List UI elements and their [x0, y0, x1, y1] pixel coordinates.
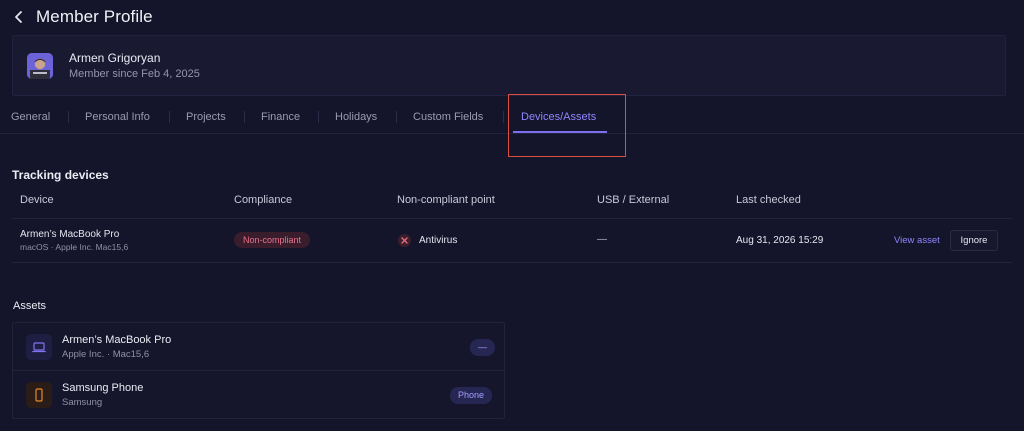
- member-profile-page: Member Profile Armen Grigoryan Member si…: [0, 0, 1024, 431]
- view-asset-link[interactable]: View asset: [894, 235, 940, 246]
- device-details: macOS · Apple Inc. Mac15,6: [20, 242, 129, 252]
- member-since: Member since Feb 4, 2025: [69, 68, 200, 80]
- assets-list: Armen’s MacBook Pro Apple Inc. · Mac15,6…: [12, 322, 505, 419]
- non-compliant-point: Antivirus: [419, 235, 458, 246]
- avatar: [27, 53, 53, 79]
- profile-tabs: General Personal Info Projects Finance H…: [0, 100, 1024, 134]
- tab-separator: [396, 111, 397, 123]
- tab-general[interactable]: General: [11, 111, 50, 123]
- tracking-devices-title: Tracking devices: [12, 168, 109, 182]
- tab-holidays[interactable]: Holidays: [335, 111, 377, 123]
- active-tab-indicator: [513, 131, 607, 133]
- member-name: Armen Grigoryan: [69, 51, 161, 65]
- tab-separator: [169, 111, 170, 123]
- usb-external-value: —: [597, 234, 607, 245]
- column-header-non-compliant-point: Non-compliant point: [397, 194, 495, 206]
- asset-type-badge: —: [470, 339, 495, 356]
- close-circle-icon: [398, 234, 411, 247]
- device-name: Armen’s MacBook Pro: [20, 229, 120, 240]
- assets-title: Assets: [13, 300, 47, 312]
- asset-details: Apple Inc. · Mac15,6: [62, 349, 150, 360]
- asset-details: Samsung: [62, 397, 103, 408]
- tab-separator: [244, 111, 245, 123]
- tab-projects[interactable]: Projects: [186, 111, 226, 123]
- asset-type-badge: Phone: [450, 387, 493, 404]
- tab-finance[interactable]: Finance: [261, 111, 300, 123]
- list-item[interactable]: Samsung Phone Samsung Phone: [13, 371, 504, 419]
- tab-custom-fields[interactable]: Custom Fields: [413, 111, 483, 123]
- column-header-compliance: Compliance: [234, 194, 293, 206]
- laptop-icon: [26, 334, 52, 360]
- last-checked-value: Aug 31, 2026 15:29: [736, 235, 824, 246]
- table-row: Armen’s MacBook Pro macOS · Apple Inc. M…: [12, 219, 1012, 263]
- column-header-last-checked: Last checked: [736, 194, 801, 206]
- tab-separator: [503, 111, 504, 123]
- tab-personal-info[interactable]: Personal Info: [85, 111, 150, 123]
- column-header-usb-external: USB / External: [597, 194, 670, 206]
- tab-separator: [68, 111, 69, 123]
- phone-icon: [26, 382, 52, 408]
- list-item[interactable]: Armen’s MacBook Pro Apple Inc. · Mac15,6…: [13, 323, 504, 371]
- asset-name: Armen’s MacBook Pro: [62, 334, 172, 346]
- profile-card: Armen Grigoryan Member since Feb 4, 2025: [12, 35, 1006, 96]
- chevron-left-icon[interactable]: [12, 10, 26, 24]
- page-title: Member Profile: [36, 7, 153, 26]
- asset-name: Samsung Phone: [62, 382, 144, 394]
- page-header: Member Profile: [12, 6, 153, 28]
- column-header-device: Device: [20, 194, 54, 206]
- compliance-badge: Non-compliant: [234, 232, 311, 248]
- ignore-button[interactable]: Ignore: [950, 230, 998, 251]
- tab-separator: [318, 111, 319, 123]
- tab-devices-assets[interactable]: Devices/Assets: [521, 111, 596, 123]
